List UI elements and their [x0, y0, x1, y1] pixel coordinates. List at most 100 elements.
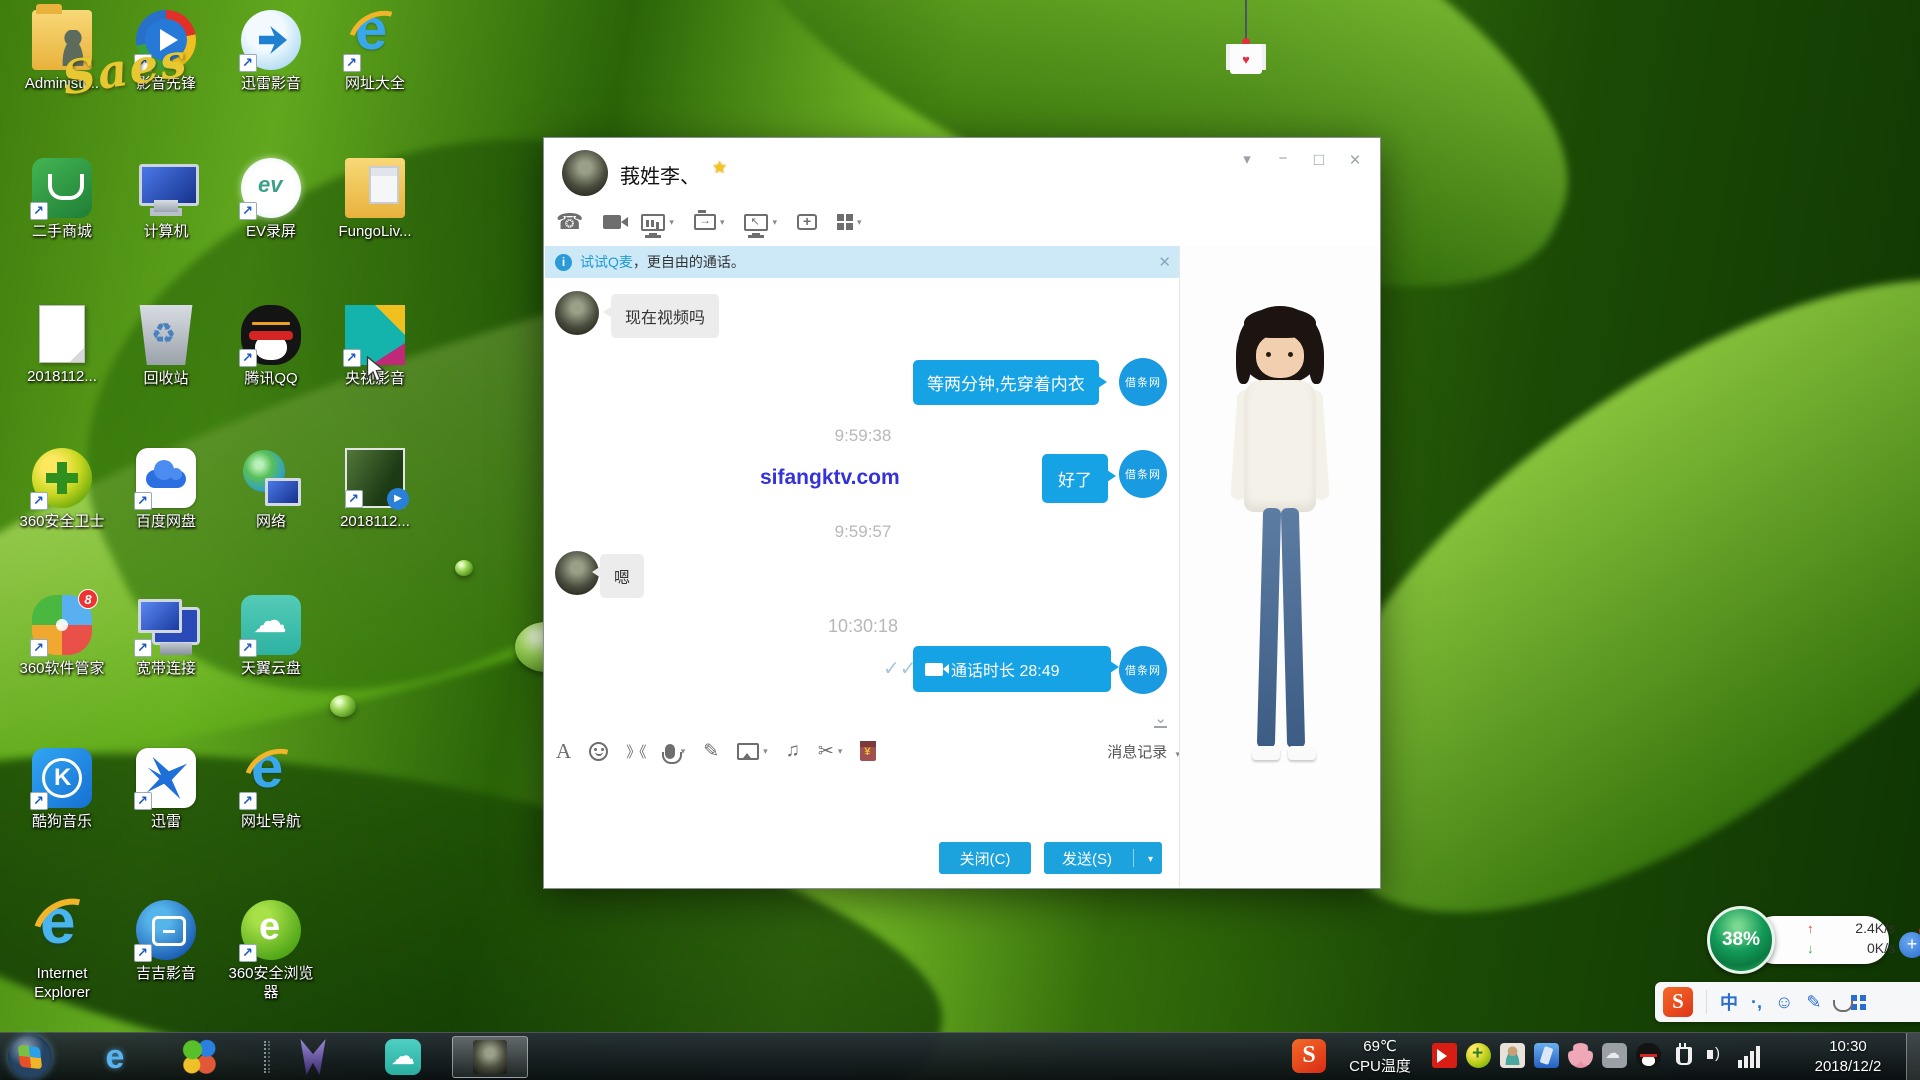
shortcut-arrow-icon: [30, 492, 48, 510]
ime-punctuation-toggle[interactable]: ·,: [1751, 992, 1762, 1013]
minimize-button[interactable]: [1272, 150, 1294, 172]
taskbar-clock[interactable]: 10:30 2018/12/2: [1798, 1037, 1898, 1077]
desktop-icon-xunlei[interactable]: 迅雷: [118, 748, 214, 832]
send-options-caret-icon[interactable]: ▾: [1148, 854, 1153, 865]
self-avatar[interactable]: 借条网: [1119, 358, 1167, 406]
voice-message-button[interactable]: ▾: [663, 744, 686, 759]
accelerate-plus-button[interactable]: +: [1899, 932, 1920, 958]
ime-toolbox-icon[interactable]: [1851, 995, 1866, 1010]
start-button[interactable]: [8, 1035, 52, 1079]
window-titlebar[interactable]: 莪姓李、 ★: [544, 138, 1380, 202]
girl-hair-lock: [1236, 336, 1251, 384]
power-plug-tray-icon[interactable]: [1670, 1043, 1695, 1068]
desktop-icon-video-2018112[interactable]: 2018112...: [327, 448, 423, 532]
companion-avatar-figure[interactable]: [1208, 306, 1352, 806]
cloud-tray-icon[interactable]: [1602, 1043, 1627, 1068]
timestamp: 9:59:38: [545, 426, 1181, 446]
font-button[interactable]: A: [556, 739, 571, 764]
desktop-icon-wangzhidaquan[interactable]: 网址大全: [327, 10, 423, 94]
scroll-to-bottom-icon[interactable]: ⌄: [1154, 715, 1167, 729]
self-avatar[interactable]: 借条网: [1119, 450, 1167, 498]
desktop-icon-fungolive[interactable]: FungoLiv...: [327, 158, 423, 242]
peer-message-avatar[interactable]: [555, 291, 599, 335]
send-file-button[interactable]: ▾: [694, 214, 725, 230]
taskbar-ie-button[interactable]: e: [96, 1038, 134, 1076]
ime-language-toggle[interactable]: 中: [1720, 989, 1738, 1015]
send-image-button[interactable]: ▾: [737, 743, 768, 760]
qq-tray-icon[interactable]: [1636, 1043, 1661, 1068]
360-safety-tray-icon[interactable]: [1466, 1043, 1491, 1068]
update-badge: 8: [78, 589, 98, 609]
qq-penguin-icon: [241, 305, 301, 365]
tshirt-ornament: ♥: [1224, 0, 1268, 90]
tray-sogou-icon[interactable]: S: [1292, 1039, 1326, 1073]
desktop-icon-internet-explorer[interactable]: Internet Explorer: [14, 900, 110, 1003]
handwriting-button[interactable]: ✎: [703, 740, 719, 763]
desktop-icon-broadband-connection[interactable]: 宽带连接: [118, 595, 214, 679]
blue-bird-icon: [136, 748, 196, 808]
desktop-icon-tencent-qq[interactable]: 腾讯QQ: [223, 305, 319, 389]
screen-share-button[interactable]: ▾: [641, 214, 674, 231]
desktop-icon-jiji-yingyin[interactable]: 吉吉影音: [118, 900, 214, 984]
peer-avatar[interactable]: [562, 150, 608, 196]
message-history-button[interactable]: 消息记录 ▾: [1107, 741, 1180, 762]
apps-button[interactable]: ▾: [837, 214, 862, 230]
video-camera-icon: [603, 215, 621, 229]
message-area[interactable]: 现在视频吗 sifangktv.com 等两分钟,先穿着内衣 借条网 9:59:…: [545, 278, 1181, 734]
create-group-button[interactable]: [797, 214, 817, 230]
blue-app-tray-icon[interactable]: [1534, 1043, 1559, 1068]
taskbar-active-chat-window[interactable]: [452, 1036, 528, 1078]
window-shake-button[interactable]: 》《: [626, 741, 645, 762]
chat-title: 莪姓李、: [620, 160, 700, 189]
ime-emoji-button[interactable]: ☺: [1775, 992, 1793, 1013]
qmic-link[interactable]: 试试Q麦: [580, 252, 633, 272]
maximize-button[interactable]: [1308, 150, 1330, 172]
send-button[interactable]: 发送(S)▾: [1044, 842, 1162, 874]
ime-handwriting-button[interactable]: ✎: [1806, 992, 1821, 1013]
desktop-icon-wangzhidaohang[interactable]: 网址导航: [223, 748, 319, 832]
desktop-icon-recycle-bin[interactable]: 回收站: [118, 305, 214, 389]
video-call-button[interactable]: [603, 215, 621, 229]
chevron-down-icon: ▾: [857, 217, 862, 228]
desktop-icon-360-browser[interactable]: 360安全浏览器: [223, 900, 319, 1003]
self-avatar[interactable]: 借条网: [1119, 646, 1167, 694]
taskbar-player-button[interactable]: [294, 1038, 332, 1076]
desktop-icon-document-2018112[interactable]: 2018112...: [14, 305, 110, 387]
notice-close-icon[interactable]: ✕: [1158, 253, 1171, 271]
voice-call-button[interactable]: ☎: [556, 211, 583, 233]
desktop-icon-network[interactable]: 网络: [223, 448, 319, 532]
desktop-icon-360-safeguard[interactable]: 360安全卫士: [14, 448, 110, 532]
sogou-logo-icon[interactable]: S: [1663, 987, 1693, 1017]
show-desktop-button[interactable]: [1906, 1033, 1920, 1080]
shortcut-arrow-icon: [239, 54, 257, 72]
taskbar-sogou-button[interactable]: [180, 1038, 218, 1076]
taskbar-cloud-button[interactable]: ☁: [384, 1038, 422, 1076]
call-record-bubble[interactable]: 通话时长 28:49: [913, 646, 1111, 692]
desktop-icon-360-software-manager[interactable]: 8 360软件管家: [14, 595, 110, 679]
announcement-tray-icon[interactable]: [1432, 1043, 1457, 1068]
shield-plus-icon: [32, 448, 92, 508]
emoji-button[interactable]: [589, 742, 608, 761]
phone-icon: ☎: [556, 211, 583, 233]
network-signal-tray-icon[interactable]: [1738, 1043, 1763, 1068]
remote-desktop-button[interactable]: ▾: [744, 214, 777, 231]
contact-tray-icon[interactable]: [1500, 1043, 1525, 1068]
desktop-icon-kugou-music[interactable]: 酷狗音乐: [14, 748, 110, 832]
desktop-icon-baidu-netdisk[interactable]: 百度网盘: [118, 448, 214, 532]
close-button[interactable]: [1344, 150, 1366, 172]
volume-tray-icon[interactable]: [1704, 1043, 1729, 1068]
red-packet-button[interactable]: [860, 741, 876, 761]
music-share-button[interactable]: ♫: [786, 740, 800, 762]
cpu-temp-value: 69℃: [1340, 1037, 1420, 1057]
desktop-icon-ev-recorder[interactable]: EV录屏: [223, 158, 319, 242]
memory-usage-ball[interactable]: 38%: [1707, 906, 1775, 974]
window-menu-button[interactable]: [1236, 150, 1258, 172]
desktop-icon-tianyi-cloud[interactable]: 天翼云盘: [223, 595, 319, 679]
close-chat-button[interactable]: 关闭(C): [939, 842, 1031, 874]
screenshot-button[interactable]: ✂▾: [818, 740, 842, 763]
desktop-icon-xunlei-yingyin[interactable]: 迅雷影音: [223, 10, 319, 94]
desktop-icon-ershoushangcheng[interactable]: 二手商城: [14, 158, 110, 242]
ime-voice-button[interactable]: [1834, 992, 1838, 1013]
desktop-icon-computer[interactable]: 计算机: [118, 158, 214, 242]
flower-tray-icon[interactable]: [1568, 1043, 1593, 1068]
